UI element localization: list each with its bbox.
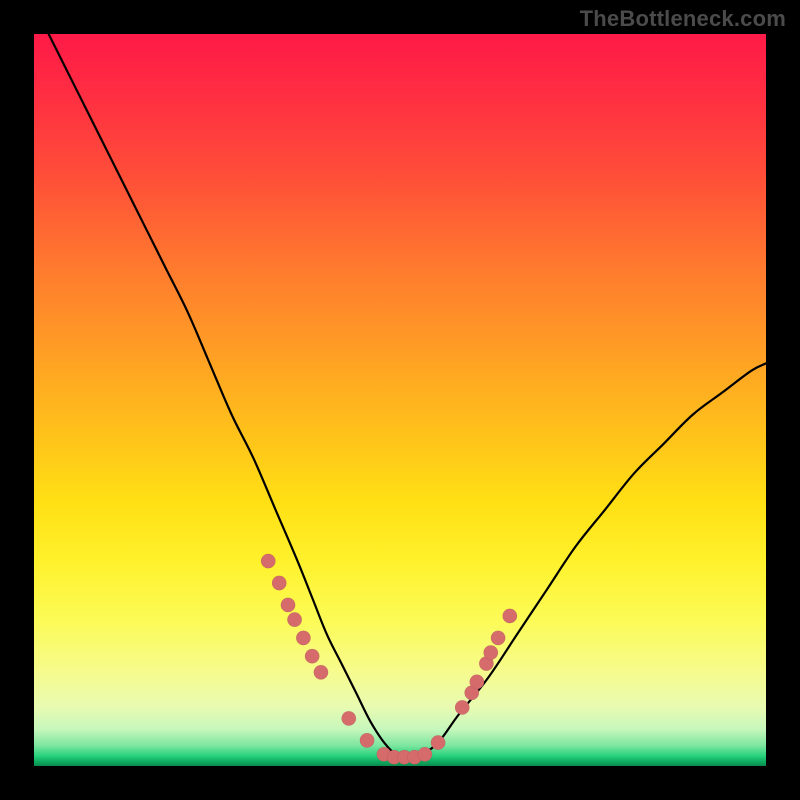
data-marker [484, 645, 498, 659]
data-marker [261, 554, 275, 568]
chart-stage: TheBottleneck.com [0, 0, 800, 800]
data-marker [470, 675, 484, 689]
data-marker [431, 735, 445, 749]
data-marker [281, 598, 295, 612]
data-marker [296, 631, 310, 645]
data-marker [503, 609, 517, 623]
data-marker [272, 576, 286, 590]
chart-svg [34, 34, 766, 766]
data-markers [261, 554, 517, 765]
data-marker [314, 665, 328, 679]
data-marker [342, 711, 356, 725]
data-marker [491, 631, 505, 645]
data-marker [455, 700, 469, 714]
bottleneck-curve [34, 34, 766, 759]
data-marker [287, 612, 301, 626]
data-marker [360, 733, 374, 747]
data-marker [305, 649, 319, 663]
plot-area [34, 34, 766, 766]
data-marker [418, 747, 432, 761]
watermark-text: TheBottleneck.com [580, 6, 786, 32]
